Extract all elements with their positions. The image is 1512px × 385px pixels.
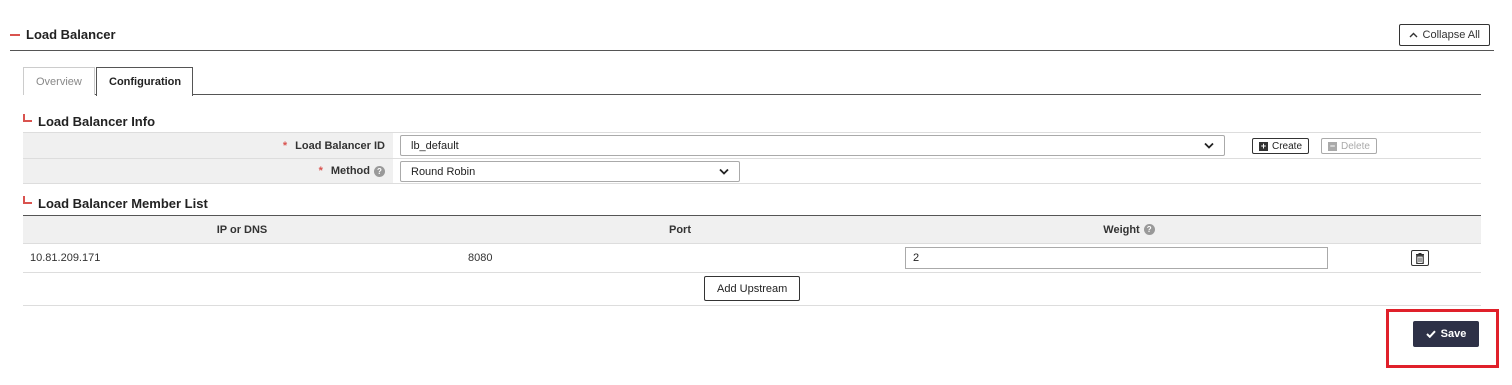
delete-button[interactable]: − Delete — [1321, 138, 1377, 154]
method-select[interactable]: Round Robin — [400, 161, 740, 182]
method-row: * Method ? Round Robin — [23, 158, 1481, 184]
method-label-text: Method — [330, 165, 370, 177]
required-mark: * — [282, 139, 288, 152]
member-ip: 10.81.209.171 — [30, 252, 101, 264]
delete-member-button[interactable] — [1411, 250, 1429, 266]
section-marker-icon — [23, 196, 32, 204]
lb-id-row: * Load Balancer ID lb_default + Create −… — [23, 132, 1481, 158]
minus-square-icon: − — [1328, 140, 1337, 151]
collapse-toggle-icon[interactable] — [10, 34, 20, 36]
lb-id-select[interactable]: lb_default — [400, 135, 1225, 156]
column-header-ip: IP or DNS — [216, 223, 268, 236]
create-button[interactable]: + Create — [1252, 138, 1310, 154]
required-mark: * — [318, 165, 323, 177]
chevron-down-icon — [1204, 142, 1214, 149]
weight-input[interactable] — [905, 247, 1328, 269]
member-port: 8080 — [468, 252, 493, 264]
save-button[interactable]: Save — [1413, 321, 1479, 347]
create-label: Create — [1272, 140, 1303, 152]
method-label: * Method ? — [23, 159, 393, 183]
weight-header-text: Weight — [1103, 223, 1140, 236]
tab-configuration[interactable]: Configuration — [96, 67, 193, 96]
member-action-cell — [1359, 244, 1481, 272]
method-value: Round Robin — [411, 165, 476, 178]
trash-icon — [1416, 252, 1424, 264]
delete-label: Delete — [1341, 140, 1370, 152]
table-row: 10.81.209.171 8080 — [23, 244, 1481, 273]
tab-bar: Overview Configuration — [23, 67, 1481, 96]
section-header: Load Balancer Collapse All — [10, 24, 1494, 51]
info-table: * Load Balancer ID lb_default + Create −… — [23, 132, 1481, 184]
check-icon — [1425, 330, 1436, 338]
collapse-all-button[interactable]: Collapse All — [1398, 24, 1490, 46]
help-icon[interactable]: ? — [374, 165, 385, 177]
add-upstream-button[interactable]: Add Upstream — [704, 276, 801, 301]
table-header-row: IP or DNS Port Weight ? — [23, 215, 1481, 244]
save-label: Save — [1440, 328, 1467, 340]
column-header-port: Port — [669, 223, 691, 236]
section-marker-icon — [23, 114, 32, 122]
section-title: Load Balancer — [26, 27, 116, 42]
lb-id-value: lb_default — [411, 139, 459, 152]
plus-square-icon: + — [1259, 140, 1268, 151]
add-upstream-row: Add Upstream — [23, 273, 1481, 306]
column-header-weight: Weight ? — [899, 216, 1359, 243]
info-section-title: Load Balancer Info — [38, 114, 156, 129]
member-table: IP or DNS Port Weight ? 10.81.209.171 80… — [23, 215, 1481, 306]
lb-id-label-text: Load Balancer ID — [295, 139, 385, 152]
collapse-all-label: Collapse All — [1422, 29, 1480, 41]
chevron-up-icon — [1409, 32, 1418, 38]
help-icon[interactable]: ? — [1143, 224, 1155, 235]
tab-overview[interactable]: Overview — [23, 67, 95, 95]
chevron-down-icon — [719, 168, 729, 175]
members-section-title: Load Balancer Member List — [38, 196, 208, 211]
lb-id-label: * Load Balancer ID — [23, 133, 393, 158]
